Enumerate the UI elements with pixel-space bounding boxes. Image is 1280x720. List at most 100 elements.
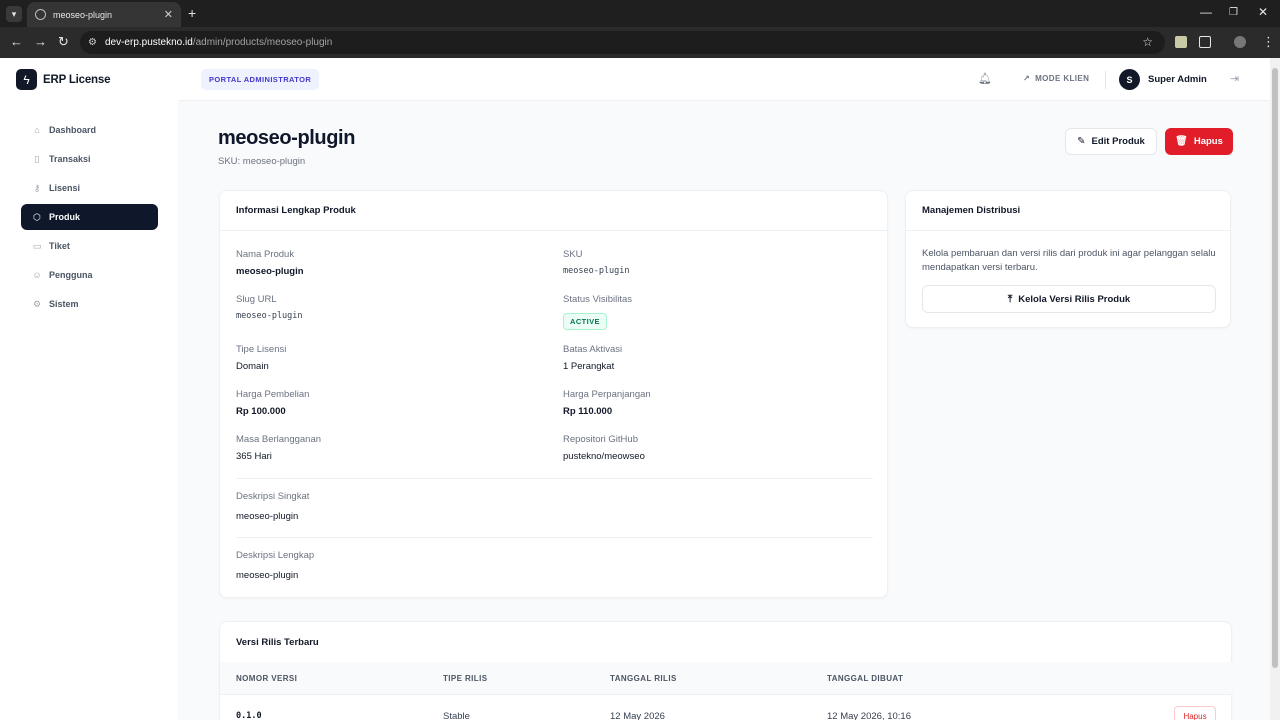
edit-product-button[interactable]: ✎ Edit Produk [1065,128,1157,155]
field-value: 1 Perangkat [563,361,615,372]
key-icon: ⚷ [33,182,41,193]
globe-icon [35,9,46,20]
address-bar[interactable]: ⚙ dev-erp.pustekno.id/admin/products/meo… [80,31,1165,54]
cell-type: Stable [443,711,470,720]
field-harga-pembelian: Harga Pembelian Rp 100.000 [236,389,309,417]
field-slug-url: Slug URL meoseo-plugin [236,294,303,321]
delete-label: Hapus [1193,136,1223,147]
new-tab-icon[interactable]: + [188,5,196,21]
logout-icon[interactable]: ⇥ [1230,72,1239,85]
sidebar-item-tiket[interactable]: ▭ Tiket [21,233,158,259]
sidebar-item-pengguna[interactable]: ☺ Pengguna [21,262,158,288]
sidebar-item-produk[interactable]: ⬡ Produk [21,204,158,230]
page-sku: SKU: meoseo-plugin [218,156,306,167]
header-divider [1105,71,1106,89]
trash-icon: 🗑︎ [1175,136,1188,147]
browser-menu-icon[interactable]: ⋮ [1262,34,1275,50]
field-label: Deskripsi Lengkap [236,550,315,561]
sidebar-item-dashboard[interactable]: ⌂ Dashboard [21,117,158,143]
table-header [220,662,1233,695]
field-label: Deskripsi Singkat [236,491,310,502]
forward-icon[interactable]: → [34,34,47,49]
back-icon[interactable]: ← [10,34,23,49]
window-close-icon[interactable]: ✕ [1258,5,1268,19]
field-value: meoseo-plugin [236,266,304,277]
mode-klien-link[interactable]: ↗ MODE KLIEN [1023,74,1089,83]
field-label: Masa Berlangganan [236,434,322,445]
site-info-icon[interactable]: ⚙ [88,37,97,48]
restore-icon[interactable]: ❐ [1229,7,1238,18]
card-title: Manajemen Distribusi [906,191,1230,231]
field-value: meoseo-plugin [563,266,630,276]
logo[interactable]: ϟ ERP License [16,69,110,90]
profile-icon[interactable] [1234,36,1246,48]
field-label: Status Visibilitas [563,294,632,305]
distribution-card: Manajemen Distribusi Kelola pembaruan da… [905,190,1231,328]
field-repositori-github: Repositori GitHub pustekno/meowseo [563,434,645,462]
browser-tab[interactable]: meoseo-plugin ✕ [27,2,181,27]
gear-icon: ⚙ [32,298,42,309]
delete-product-button[interactable]: 🗑︎ Hapus [1165,128,1233,155]
minimize-icon[interactable]: — [1200,5,1212,19]
sidebar-item-label: Tiket [49,241,70,251]
tab-search-icon[interactable]: ▾ [6,6,22,22]
field-label: Harga Perpanjangan [563,389,651,400]
portal-badge: PORTAL ADMINISTRATOR [201,69,320,90]
field-value: meoseo-plugin [236,511,299,522]
url-host: dev-erp.pustekno.id [104,37,193,48]
extension-icon[interactable] [1175,36,1187,48]
sidebar-item-lisensi[interactable]: ⚷ Lisensi [21,175,158,201]
close-icon[interactable]: ✕ [164,8,173,21]
sidebar-item-label: Dashboard [49,125,97,135]
cell-created: 12 May 2026, 10:16 [827,711,911,720]
field-masa-berlangganan: Masa Berlangganan 365 Hari [236,434,321,462]
home-icon: ⌂ [34,125,40,135]
releases-card: Versi Rilis Terbaru NOMOR VERSI TIPE RIL… [219,621,1233,720]
puzzle-icon[interactable] [1199,36,1211,48]
sidebar-item-sistem[interactable]: ⚙ Sistem [21,291,158,317]
field-value: Domain [236,361,269,372]
divider [236,537,873,538]
page-scrollbar[interactable] [1270,58,1280,720]
box-icon: ⬡ [33,211,41,222]
field-tipe-lisensi: Tipe Lisensi Domain [236,344,286,372]
brand-name: ERP License [43,73,111,86]
mode-klien-label: MODE KLIEN [1035,74,1090,83]
manage-releases-label: Kelola Versi Rilis Produk [1018,293,1131,305]
top-header: PORTAL ADMINISTRATOR 🔔︎ ↗ MODE KLIEN S Su… [178,58,1270,101]
users-icon: ☺ [32,270,42,280]
field-batas-aktivasi: Batas Aktivasi 1 Perangkat [563,344,622,372]
delete-release-button[interactable]: Hapus [1174,706,1216,720]
user-name[interactable]: Super Admin [1148,74,1207,85]
edit-label: Edit Produk [1091,136,1145,147]
scrollbar-thumb[interactable] [1272,68,1278,668]
reload-icon[interactable]: ↻ [58,34,69,50]
bookmark-star-icon[interactable]: ☆ [1142,35,1153,49]
product-info-card: Informasi Lengkap Produk Nama Produk meo… [219,190,888,598]
upload-icon: ⤒ [1007,293,1013,305]
status-badge: ACTIVE [563,313,607,330]
url-path: /admin/products/meoseo-plugin [192,37,333,48]
tab-title: meoseo-plugin [53,9,113,20]
cell-release-date: 12 May 2026 [610,711,665,720]
divider [236,478,873,479]
bell-icon[interactable]: 🔔︎ [978,72,992,85]
field-label: Slug URL [236,294,277,305]
column-header-version: NOMOR VERSI [236,674,298,683]
field-label: Repositori GitHub [563,434,638,445]
cell-version: 0.1.0 [236,711,262,720]
field-label: Nama Produk [236,249,295,260]
field-deskripsi-lengkap: Deskripsi Lengkap meoseo-plugin [236,550,314,581]
field-value: pustekno/meowseo [563,451,645,462]
field-nama-produk: Nama Produk meoseo-plugin [236,249,304,277]
column-header-created: TANGGAL DIBUAT [827,674,904,683]
field-value: Rp 100.000 [236,406,286,417]
ticket-icon: ▭ [32,240,42,251]
sidebar-item-label: Produk [49,212,81,222]
sidebar-item-label: Transaksi [49,154,91,164]
browser-tabbar: ▾ meoseo-plugin ✕ + — ❐ ✕ [0,0,1280,27]
manage-releases-button[interactable]: ⤒ Kelola Versi Rilis Produk [922,285,1216,313]
sidebar-item-transaksi[interactable]: ▯ Transaksi [21,146,158,172]
avatar[interactable]: S [1119,69,1140,90]
field-label: Batas Aktivasi [563,344,623,355]
